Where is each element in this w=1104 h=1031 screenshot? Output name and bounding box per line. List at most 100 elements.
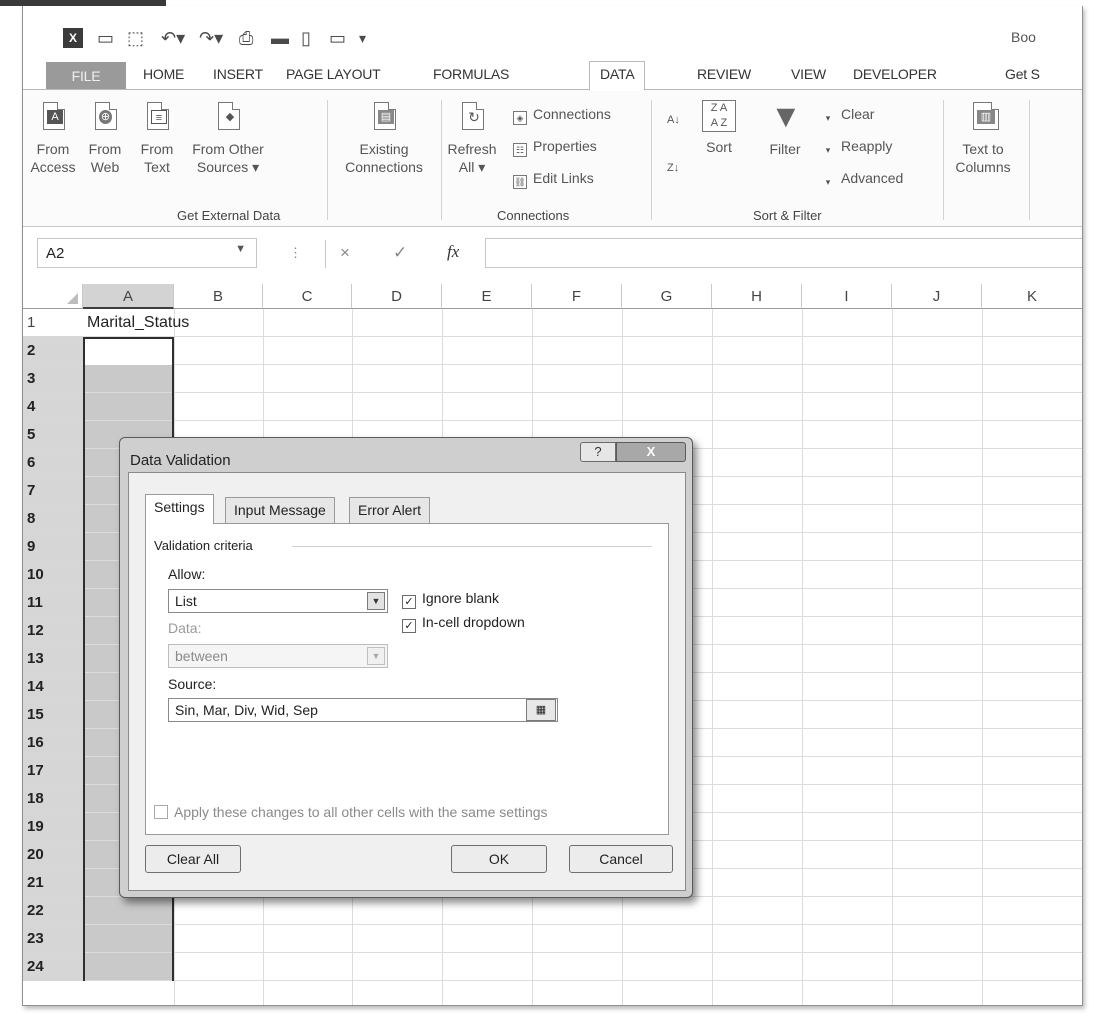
tab-developer[interactable]: DEVELOPER: [853, 66, 937, 82]
tab-get[interactable]: Get S: [1005, 66, 1040, 82]
from-text-button[interactable]: ≡ From Text: [135, 100, 179, 176]
comment-icon[interactable]: ▭: [329, 28, 346, 48]
row-header[interactable]: 5: [23, 421, 83, 449]
row-header[interactable]: 24: [23, 953, 83, 981]
save-icon[interactable]: ▭: [97, 28, 114, 48]
customize-qat-icon[interactable]: ▾: [359, 28, 366, 48]
row-header[interactable]: 19: [23, 813, 83, 841]
undo-icon[interactable]: ↶▾: [161, 28, 185, 48]
row-header[interactable]: 16: [23, 729, 83, 757]
row-header[interactable]: 18: [23, 785, 83, 813]
connections-button[interactable]: ◈ Connections: [513, 104, 611, 125]
sort-z-to-a-icon[interactable]: Z↓: [667, 158, 679, 178]
access-icon: A: [38, 100, 68, 134]
tab-settings[interactable]: Settings: [145, 494, 214, 524]
help-button[interactable]: ?: [580, 442, 616, 462]
tab-home[interactable]: HOME: [143, 66, 184, 82]
tab-formulas[interactable]: FORMULAS: [433, 66, 509, 82]
filter-button[interactable]: ▼ Filter: [763, 100, 807, 158]
cancel-button[interactable]: Cancel: [569, 845, 673, 873]
row-header[interactable]: 17: [23, 757, 83, 785]
column-header[interactable]: G: [622, 284, 712, 309]
source-input[interactable]: Sin, Mar, Div, Wid, Sep: [168, 698, 558, 722]
name-box-dropdown-icon[interactable]: ▼: [235, 243, 246, 255]
range-select-icon[interactable]: ▦: [526, 699, 556, 721]
row-header[interactable]: 3: [23, 365, 83, 393]
apply-all-checkbox[interactable]: Apply these changes to all other cells w…: [154, 804, 548, 820]
tab-insert[interactable]: INSERT: [213, 66, 263, 82]
column-header[interactable]: H: [712, 284, 802, 309]
clear-all-button[interactable]: Clear All: [145, 845, 241, 873]
print-icon[interactable]: ⎙: [239, 28, 253, 48]
column-header[interactable]: E: [442, 284, 532, 309]
insert-function-icon[interactable]: fx: [447, 242, 459, 262]
edit-links-button[interactable]: ⛓ Edit Links: [513, 168, 594, 189]
from-web-button[interactable]: ⊕ From Web: [83, 100, 127, 176]
refresh-all-button[interactable]: ↻ Refresh All ▾: [447, 100, 497, 176]
row-header[interactable]: 2: [23, 337, 83, 365]
column-header[interactable]: I: [802, 284, 892, 309]
formula-input[interactable]: [485, 238, 1082, 268]
tab-error-alert[interactable]: Error Alert: [349, 497, 431, 523]
sort-a-to-z-icon[interactable]: A↓: [667, 110, 680, 130]
excel-icon[interactable]: X: [63, 28, 83, 48]
row-header[interactable]: 4: [23, 393, 83, 421]
select-all-corner[interactable]: [23, 284, 83, 309]
column-header[interactable]: D: [352, 284, 442, 309]
row-header[interactable]: 12: [23, 617, 83, 645]
text-to-columns-button[interactable]: ▥ Text to Columns: [949, 100, 1017, 176]
column-header[interactable]: C: [263, 284, 352, 309]
column-header[interactable]: B: [174, 284, 263, 309]
column-header[interactable]: A: [83, 284, 174, 309]
tab-data[interactable]: DATA: [589, 61, 646, 91]
cancel-entry-icon[interactable]: ×: [325, 240, 350, 268]
row-header[interactable]: 1: [23, 309, 83, 337]
close-button[interactable]: X: [616, 442, 686, 462]
tab-view[interactable]: VIEW: [791, 66, 826, 82]
reapply-button[interactable]: ▾ Reapply: [821, 136, 893, 156]
source-label: Source:: [168, 676, 217, 692]
row-header[interactable]: 14: [23, 673, 83, 701]
clear-filter-button[interactable]: ▾ Clear: [821, 104, 875, 124]
tab-review[interactable]: REVIEW: [697, 66, 751, 82]
properties-button[interactable]: ☷ Properties: [513, 136, 597, 157]
in-cell-dropdown-checkbox[interactable]: ✓ In-cell dropdown: [402, 614, 525, 633]
row-header[interactable]: 7: [23, 477, 83, 505]
checkbox-box: [154, 805, 168, 819]
chevron-down-icon[interactable]: ▼: [367, 592, 385, 610]
cell-a1[interactable]: Marital_Status: [87, 309, 189, 337]
row-header[interactable]: 9: [23, 533, 83, 561]
folder-icon[interactable]: ▬: [271, 28, 289, 48]
table-row: [83, 953, 1082, 981]
row-header[interactable]: 13: [23, 645, 83, 673]
column-header[interactable]: K: [982, 284, 1082, 309]
existing-connections-button[interactable]: ▤ Existing Connections: [335, 100, 433, 176]
sort-button[interactable]: Z AA Z Sort: [695, 100, 743, 156]
row-header[interactable]: 6: [23, 449, 83, 477]
ok-button[interactable]: OK: [451, 845, 547, 873]
row-header[interactable]: 23: [23, 925, 83, 953]
column-header[interactable]: J: [892, 284, 982, 309]
from-access-button[interactable]: A From Access: [29, 100, 77, 176]
row-header[interactable]: 22: [23, 897, 83, 925]
redo-icon[interactable]: ↷▾: [199, 28, 223, 48]
touch-mode-icon[interactable]: ⬚: [127, 28, 144, 48]
row-header[interactable]: 8: [23, 505, 83, 533]
row-header[interactable]: 15: [23, 701, 83, 729]
advanced-filter-button[interactable]: ▾ Advanced: [821, 168, 904, 188]
row-header[interactable]: 20: [23, 841, 83, 869]
column-header[interactable]: F: [532, 284, 622, 309]
allow-select[interactable]: List ▼: [168, 589, 388, 613]
name-box[interactable]: A2 ▼: [37, 238, 257, 268]
from-other-sources-button[interactable]: ◆ From Other Sources ▾: [185, 100, 271, 176]
row-header[interactable]: 11: [23, 589, 83, 617]
new-document-icon[interactable]: ▯: [301, 28, 311, 48]
row-header[interactable]: 10: [23, 561, 83, 589]
ignore-blank-checkbox[interactable]: ✓ Ignore blank: [402, 590, 499, 609]
tab-file[interactable]: FILE: [46, 62, 126, 90]
row-header[interactable]: 21: [23, 869, 83, 897]
tab-input-message[interactable]: Input Message: [225, 497, 335, 523]
ribbon: A From Access ⊕ From Web ≡ From Text ◆ F…: [23, 89, 1082, 227]
tab-page-layout[interactable]: PAGE LAYOUT: [286, 66, 381, 82]
enter-entry-icon[interactable]: ✓: [393, 243, 407, 263]
